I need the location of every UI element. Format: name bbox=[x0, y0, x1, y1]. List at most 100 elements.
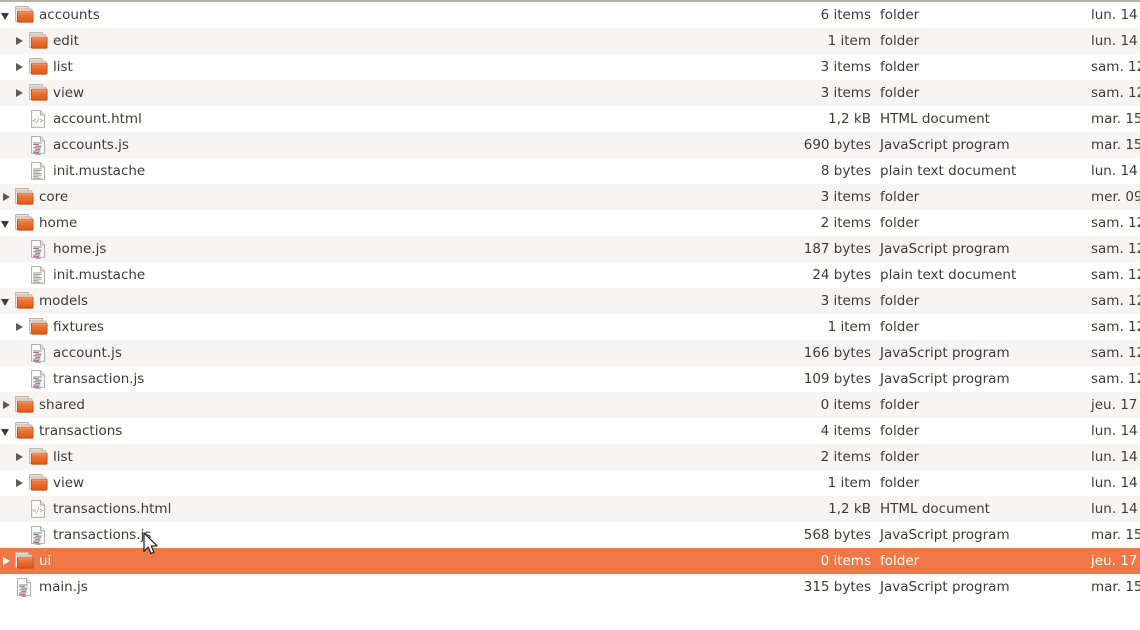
file-modified-date: lun. 14 bbox=[1091, 33, 1138, 49]
file-name: main.js bbox=[39, 579, 88, 595]
javascript-file-icon bbox=[28, 369, 48, 389]
file-modified-date: mer. 09 bbox=[1091, 189, 1140, 205]
folder-icon bbox=[14, 291, 34, 311]
file-row[interactable]: transactions 4 items folder lun. 14 bbox=[0, 418, 1140, 444]
file-type: HTML document bbox=[880, 111, 990, 127]
file-modified-date: lun. 14 bbox=[1091, 475, 1138, 491]
file-modified-date: lun. 14 bbox=[1091, 501, 1138, 517]
chevron-right-icon[interactable] bbox=[0, 548, 14, 574]
file-row[interactable]: transactions.js 568 bytes JavaScript progr… bbox=[0, 522, 1140, 548]
file-type: folder bbox=[880, 85, 920, 101]
chevron-down-icon[interactable] bbox=[0, 210, 14, 236]
file-row[interactable]: list 3 items folder sam. 12 bbox=[0, 54, 1140, 80]
file-modified-date: sam. 12 bbox=[1091, 215, 1140, 231]
file-row[interactable]: accounts 6 items folder lun. 14 bbox=[0, 2, 1140, 28]
chevron-right-icon[interactable] bbox=[0, 184, 14, 210]
file-row[interactable]: edit 1 item folder lun. 14 bbox=[0, 28, 1140, 54]
file-row[interactable]: </> account.html 1,2 kB HTML document mar. 1… bbox=[0, 106, 1140, 132]
file-size: 109 bytes bbox=[803, 371, 871, 387]
file-name: edit bbox=[53, 33, 79, 49]
file-row[interactable]: core 3 items folder mer. 09 bbox=[0, 184, 1140, 210]
file-name: transactions.js bbox=[53, 527, 152, 543]
chevron-right-icon[interactable] bbox=[0, 392, 14, 418]
file-name: shared bbox=[39, 397, 85, 413]
folder-icon bbox=[14, 213, 34, 233]
file-size: 8 bytes bbox=[820, 163, 871, 179]
chevron-down-icon[interactable] bbox=[0, 288, 14, 314]
file-modified-date: lun. 14 bbox=[1091, 423, 1138, 439]
file-modified-date: jeu. 17 bbox=[1091, 397, 1138, 413]
file-size: 1,2 kB bbox=[828, 111, 871, 127]
file-size: 1 item bbox=[827, 33, 871, 49]
file-row[interactable]: accounts.js 690 bytes JavaScript program ma… bbox=[0, 132, 1140, 158]
chevron-down-icon[interactable] bbox=[0, 418, 14, 444]
file-row[interactable]: home 2 items folder sam. 12 bbox=[0, 210, 1140, 236]
folder-icon bbox=[14, 551, 34, 571]
folder-icon bbox=[28, 317, 48, 337]
file-type: folder bbox=[880, 33, 920, 49]
file-row[interactable]: list 2 items folder lun. 14 bbox=[0, 444, 1140, 470]
file-size: 0 items bbox=[820, 553, 871, 569]
svg-text:</>: </> bbox=[32, 507, 43, 514]
file-row[interactable]: view 1 item folder lun. 14 bbox=[0, 470, 1140, 496]
file-type: folder bbox=[880, 449, 920, 465]
file-row[interactable]: </> transactions.html 1,2 kB HTML document l… bbox=[0, 496, 1140, 522]
chevron-right-icon[interactable] bbox=[13, 54, 27, 80]
chevron-right-icon[interactable] bbox=[13, 80, 27, 106]
file-type: folder bbox=[880, 293, 920, 309]
file-name: transactions bbox=[39, 423, 123, 439]
file-list-view[interactable]: accounts 6 items folder lun. 14 edit 1 item f… bbox=[0, 0, 1140, 630]
file-row[interactable]: ui 0 items folder jeu. 17 bbox=[0, 548, 1140, 574]
file-size: 24 bytes bbox=[812, 267, 871, 283]
file-modified-date: lun. 14 bbox=[1091, 163, 1138, 179]
file-row[interactable]: models 3 items folder sam. 12 bbox=[0, 288, 1140, 314]
chevron-right-icon[interactable] bbox=[13, 314, 27, 340]
file-row[interactable]: transaction.js 109 bytes JavaScript progra… bbox=[0, 366, 1140, 392]
file-row[interactable]: account.js 166 bytes JavaScript program sam… bbox=[0, 340, 1140, 366]
javascript-file-icon bbox=[28, 525, 48, 545]
file-row[interactable]: shared 0 items folder jeu. 17 bbox=[0, 392, 1140, 418]
file-modified-date: sam. 12 bbox=[1091, 241, 1140, 257]
file-type: HTML document bbox=[880, 501, 990, 517]
file-type: JavaScript program bbox=[880, 241, 1010, 257]
file-row[interactable]: init.mustache 8 bytes plain text document l… bbox=[0, 158, 1140, 184]
file-name: init.mustache bbox=[53, 267, 146, 283]
file-row[interactable]: main.js 315 bytes JavaScript program mar. 1… bbox=[0, 574, 1140, 600]
file-type: JavaScript program bbox=[880, 527, 1010, 543]
file-type: folder bbox=[880, 553, 920, 569]
file-size: 3 items bbox=[820, 189, 871, 205]
file-row[interactable]: home.js 187 bytes JavaScript program sam. 1… bbox=[0, 236, 1140, 262]
file-name: accounts bbox=[39, 7, 100, 23]
file-row[interactable]: view 3 items folder sam. 12 bbox=[0, 80, 1140, 106]
file-name: transaction.js bbox=[53, 371, 145, 387]
file-type: folder bbox=[880, 59, 920, 75]
file-row[interactable]: fixtures 1 item folder sam. 12 bbox=[0, 314, 1140, 340]
chevron-down-icon[interactable] bbox=[0, 2, 14, 28]
file-type: folder bbox=[880, 7, 920, 23]
file-modified-date: sam. 12 bbox=[1091, 319, 1140, 335]
file-row[interactable]: init.mustache 24 bytes plain text document… bbox=[0, 262, 1140, 288]
file-name: fixtures bbox=[53, 319, 104, 335]
file-type: folder bbox=[880, 215, 920, 231]
javascript-file-icon bbox=[14, 577, 34, 597]
file-name: home.js bbox=[53, 241, 107, 257]
file-size: 3 items bbox=[820, 293, 871, 309]
file-name: account.html bbox=[53, 111, 142, 127]
folder-icon bbox=[14, 395, 34, 415]
chevron-right-icon[interactable] bbox=[13, 444, 27, 470]
chevron-right-icon[interactable] bbox=[13, 28, 27, 54]
chevron-right-icon[interactable] bbox=[13, 470, 27, 496]
file-name: list bbox=[53, 59, 73, 75]
file-name: view bbox=[53, 475, 85, 491]
folder-icon bbox=[28, 31, 48, 51]
html-document-icon: </> bbox=[28, 499, 48, 519]
folder-icon bbox=[14, 5, 34, 25]
